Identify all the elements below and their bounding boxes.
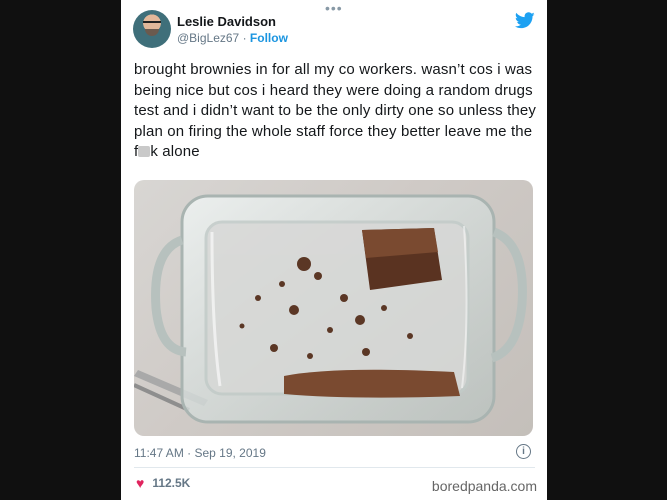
separator: · (239, 31, 250, 45)
like-count: 112.5K (152, 476, 191, 490)
divider (134, 467, 535, 468)
tweet-card: ••• Leslie Davidson @BigLez67 · Follow b… (121, 0, 547, 500)
follow-button[interactable]: Follow (250, 31, 288, 45)
info-icon[interactable]: i (516, 444, 531, 459)
twitter-bird-icon[interactable] (515, 12, 535, 29)
tweet-timestamp[interactable]: 11:47 AM · Sep 19, 2019 (134, 446, 266, 460)
heart-icon[interactable]: ♥ (136, 475, 144, 491)
avatar-beard (145, 29, 159, 36)
tweet-photo[interactable] (134, 180, 533, 436)
author-name[interactable]: Leslie Davidson (177, 14, 276, 29)
more-options-icon[interactable]: ••• (325, 0, 343, 16)
avatar-glasses (143, 21, 161, 27)
like-row[interactable]: ♥ 112.5K (136, 475, 190, 491)
tweet-text: brought brownies in for all my co worker… (134, 60, 539, 163)
tweet-text-part-2: k alone (150, 143, 200, 160)
censor-blur (138, 146, 151, 157)
author-handle-row: @BigLez67 · Follow (177, 31, 288, 45)
avatar[interactable] (133, 10, 171, 48)
glass-baking-dish-with-brownies-illustration (134, 194, 527, 424)
source-watermark: boredpanda.com (431, 478, 537, 494)
author-handle[interactable]: @BigLez67 (177, 31, 239, 45)
